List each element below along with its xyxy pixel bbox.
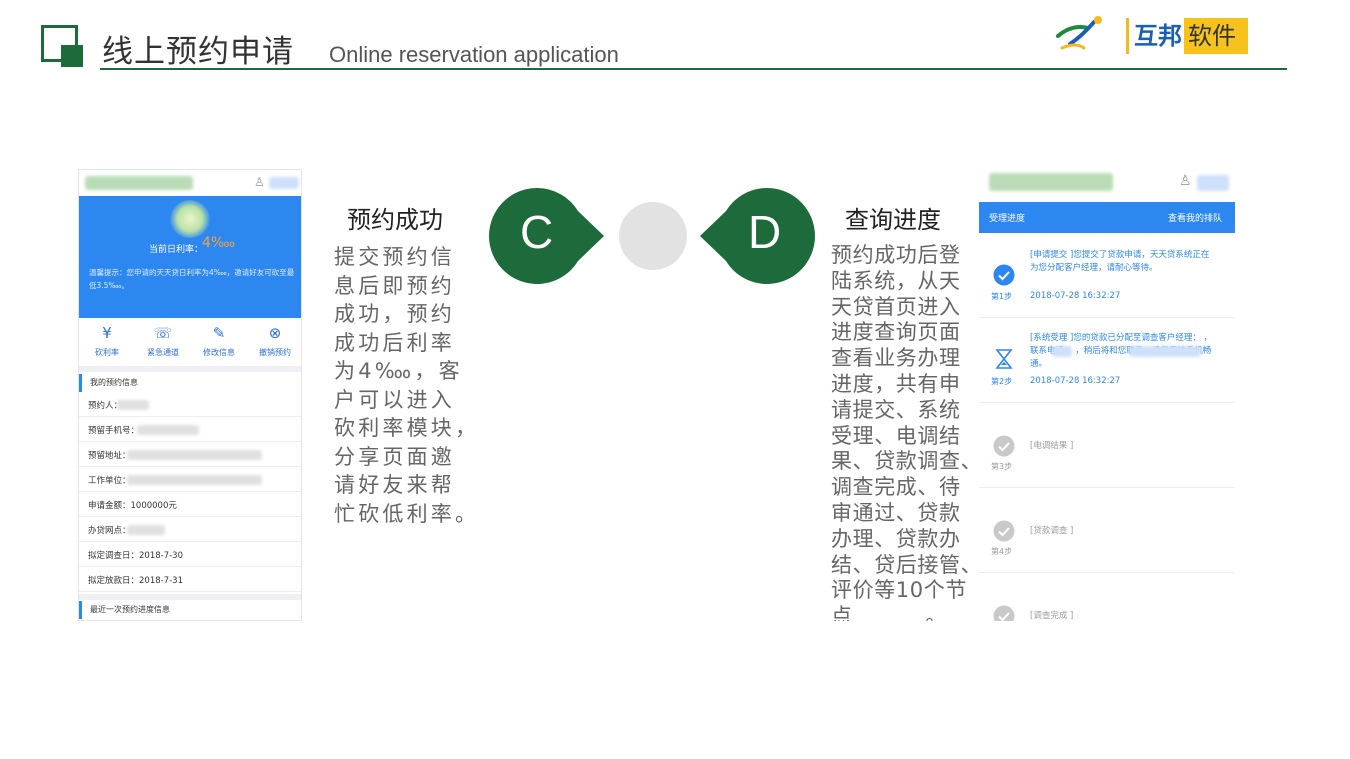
list-item: 办贷网点： — [79, 517, 301, 542]
edit-icon: ✎ — [212, 324, 226, 342]
logo-text-secondary: 软件 — [1184, 18, 1248, 54]
list-item: 预约人： — [79, 392, 301, 417]
logo-accent-bar — [1126, 18, 1129, 54]
check-circle-icon — [993, 435, 1015, 457]
redacted-phone — [1129, 346, 1201, 357]
phone-top-bar: ♙ — [979, 169, 1235, 202]
badge-d-letter: D — [748, 206, 782, 258]
field-label: 预留地址： — [88, 451, 131, 461]
action-edit[interactable]: ✎ 修改信息 — [191, 318, 247, 366]
action-label: 砍利率 — [95, 348, 119, 357]
hourglass-icon — [995, 349, 1013, 369]
list-item: 申请金额：1000000元 — [79, 492, 301, 517]
action-bar: ¥ 砍利率 ☏ 紧急通道 ✎ 修改信息 ⊗ 撤销预约 — [79, 318, 301, 366]
step-time: 2018-07-28 16:32:27 — [1030, 291, 1121, 301]
redacted-value — [137, 425, 199, 435]
redacted-username — [1197, 175, 1229, 191]
step-text: [电调结果 ] — [1030, 441, 1074, 451]
step-text: [申请提交 ]您提交了贷款申请，天天贷系统正在为您分配客户经理，请耐心等待。 — [1030, 250, 1210, 273]
progress-step-5: [调查完成 ] — [979, 573, 1235, 621]
action-cut-rate[interactable]: ¥ 砍利率 — [79, 318, 135, 366]
emergency-icon: ☏ — [153, 324, 173, 342]
page-subtitle: Online reservation application — [329, 42, 619, 67]
section-title: 最近一次预约进度信息 — [90, 605, 170, 614]
rate-tip: 温馨提示：您申请的天天贷日利率为4‱，邀请好友可砍至最低3.5‱。 — [89, 268, 295, 290]
progress-step-4: 第4步 [贷款调查 ] — [979, 488, 1235, 573]
step-text: [调查完成 ] — [1030, 611, 1074, 621]
header-divider — [100, 68, 1287, 70]
heading-reservation-success: 预约成功 — [347, 206, 443, 234]
action-label: 修改信息 — [203, 348, 235, 357]
redacted-app-name — [85, 176, 193, 190]
step-text: [贷款调查 ] — [1030, 526, 1074, 536]
paragraph-reservation-success: 提交预约信 息后即预约 成功，预约 成功后利率 为4‱，客 户可以进入 砍利率模… — [334, 245, 480, 526]
section-gap — [79, 366, 301, 372]
step-number: 第2步 — [991, 377, 1013, 386]
step-number: 第3步 — [991, 462, 1013, 471]
progress-step-2: 第2步 [系统受理 ]您的贷款已分配至调查客户经理： ，联系电话： ，稍后将和您… — [979, 318, 1235, 403]
connector-dot — [619, 202, 687, 270]
redacted-username — [269, 177, 299, 189]
progress-step-3: 第3步 [电调结果 ] — [979, 403, 1235, 488]
header-square-fill — [61, 45, 83, 67]
redacted-value — [127, 525, 165, 535]
action-label: 撤销预约 — [259, 348, 291, 357]
field-label: 预留手机号： — [88, 426, 140, 436]
action-emergency[interactable]: ☏ 紧急通道 — [135, 318, 191, 366]
redacted-value — [127, 450, 262, 460]
list-item: 拟定调查日：2018-7-30 — [79, 542, 301, 567]
step-time: 2018-07-28 16:32:27 — [1030, 376, 1121, 386]
check-circle-icon — [993, 520, 1015, 542]
redacted-value — [117, 400, 149, 410]
view-queue-link[interactable]: 查看我的排队 — [1168, 211, 1222, 224]
badge-c-letter: C — [520, 206, 554, 258]
action-cancel[interactable]: ⊗ 撤销预约 — [247, 318, 301, 366]
phone-top-bar: ♙ — [79, 170, 301, 196]
redacted-value — [127, 475, 262, 485]
user-icon[interactable]: ♙ — [1179, 173, 1192, 189]
field-label: 办贷网点： — [88, 526, 131, 536]
company-logo-icon — [1056, 16, 1102, 50]
redacted-manager-name — [1052, 346, 1072, 357]
field-label: 工作单位： — [88, 476, 131, 486]
list-item: 预留手机号： — [79, 417, 301, 442]
check-circle-icon — [993, 605, 1015, 621]
step-number: 第4步 — [991, 547, 1013, 556]
progress-header-bar: 受理进度 查看我的排队 — [979, 202, 1235, 233]
action-label: 紧急通道 — [147, 348, 179, 357]
section-gap — [79, 594, 301, 600]
rate-orb-icon — [170, 200, 210, 238]
field-label: 拟定调查日：2018-7-30 — [88, 551, 183, 561]
redacted-app-name — [989, 173, 1113, 191]
progress-query-phone: ♙ 受理进度 查看我的排队 第1步 [申请提交 ]您提交了贷款申请，天天贷系统正… — [979, 169, 1235, 621]
list-item: 预留地址： — [79, 442, 301, 467]
rate-value: 4‱ — [202, 235, 236, 251]
section-title: 我的预约信息 — [90, 378, 138, 387]
progress-step-1: 第1步 [申请提交 ]您提交了贷款申请，天天贷系统正在为您分配客户经理，请耐心等… — [979, 233, 1235, 318]
rate-label: 当前日利率： — [149, 245, 204, 255]
field-label: 申请金额：1000000元 — [88, 501, 177, 511]
check-circle-icon — [993, 264, 1015, 286]
section-latest-progress: 最近一次预约进度信息 — [79, 601, 301, 619]
field-label: 拟定放款日：2018-7-31 — [88, 576, 183, 586]
section-my-reservation: 我的预约信息 — [79, 374, 301, 392]
company-logo-text: 互邦 软件 — [1126, 18, 1248, 54]
rate-hero-banner: 当前日利率： 4‱ 温馨提示：您申请的天天贷日利率为4‱，邀请好友可砍至最低3.… — [79, 196, 301, 318]
yen-icon: ¥ — [102, 324, 112, 342]
list-item: 工作单位： — [79, 467, 301, 492]
tab-progress[interactable]: 受理进度 — [989, 211, 1025, 224]
paragraph-query-progress: 预约成功后登 陆系统，从天 天贷首页进入 进度查询页面 查看业务办理 进度，共有… — [831, 243, 983, 621]
logo-text-primary: 互邦 — [1134, 22, 1182, 50]
cancel-icon: ⊗ — [268, 324, 282, 342]
user-icon[interactable]: ♙ — [254, 175, 265, 189]
reservation-success-phone: ♙ 当前日利率： 4‱ 温馨提示：您申请的天天贷日利率为4‱，邀请好友可砍至最低… — [78, 169, 302, 621]
list-item: 拟定放款日：2018-7-31 — [79, 567, 301, 592]
page-title: 线上预约申请 — [102, 34, 294, 70]
heading-query-progress: 查询进度 — [845, 206, 941, 234]
step-number: 第1步 — [991, 292, 1013, 301]
